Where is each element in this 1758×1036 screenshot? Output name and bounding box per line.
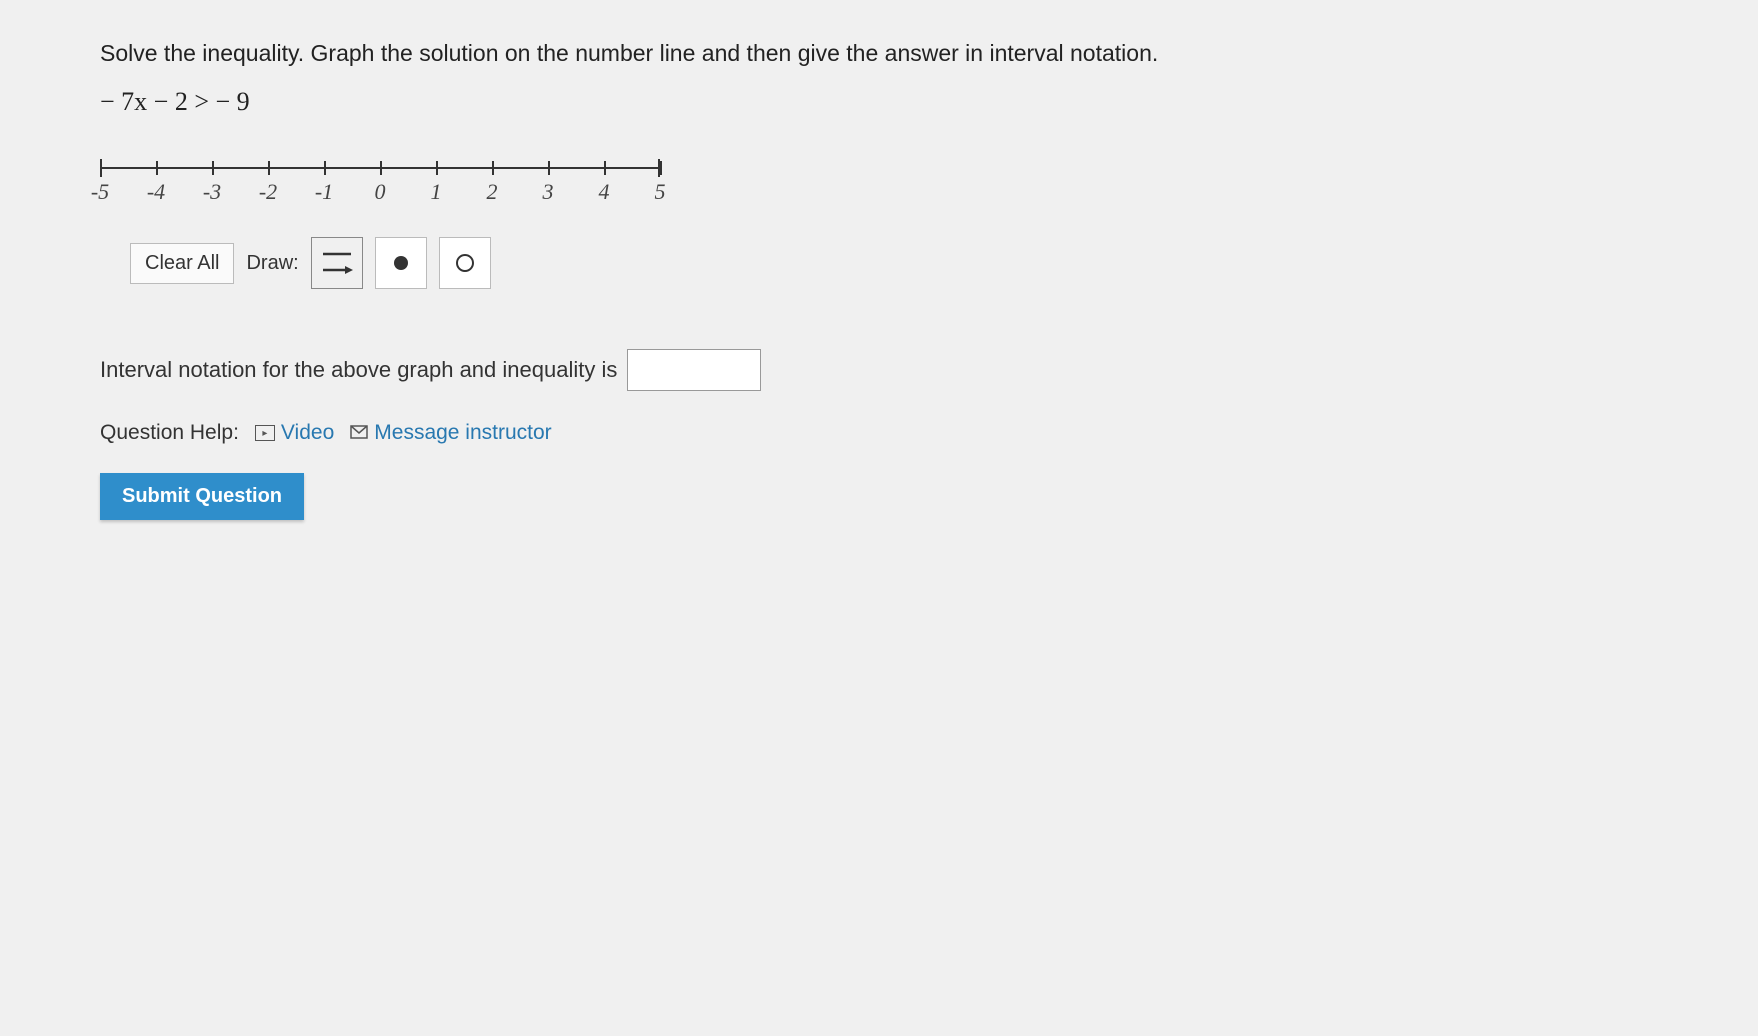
tick-label: 3 <box>543 179 554 205</box>
ray-icon <box>319 244 355 283</box>
closed-point-tool-button[interactable] <box>375 237 427 289</box>
tick <box>156 161 158 175</box>
number-line[interactable]: -5 -4 -3 -2 -1 0 1 2 3 4 5 <box>100 157 1658 207</box>
tick <box>660 161 662 175</box>
video-help-text: Video <box>281 421 334 445</box>
tick <box>100 161 102 175</box>
tick-label: -3 <box>203 179 221 205</box>
tick <box>492 161 494 175</box>
tick-label: 5 <box>655 179 666 205</box>
tick-label: 1 <box>431 179 442 205</box>
open-dot-icon <box>456 254 474 272</box>
tick <box>268 161 270 175</box>
help-label: Question Help: <box>100 421 239 445</box>
message-instructor-link[interactable]: Message instructor <box>350 421 551 445</box>
submit-question-button[interactable]: Submit Question <box>100 473 304 520</box>
open-point-tool-button[interactable] <box>439 237 491 289</box>
video-help-link[interactable]: ▸ Video <box>255 421 334 445</box>
tick <box>380 161 382 175</box>
tick <box>212 161 214 175</box>
interval-notation-input[interactable] <box>627 349 761 391</box>
question-help-row: Question Help: ▸ Video Message instructo… <box>100 421 1658 445</box>
tick-label: -5 <box>91 179 109 205</box>
tick <box>548 161 550 175</box>
mail-icon <box>350 421 368 445</box>
message-instructor-text: Message instructor <box>374 421 551 445</box>
clear-all-button[interactable]: Clear All <box>130 243 234 284</box>
question-prompt: Solve the inequality. Graph the solution… <box>100 40 1658 67</box>
video-icon: ▸ <box>255 425 275 441</box>
draw-toolbar: Clear All Draw: <box>130 237 1658 289</box>
filled-dot-icon <box>394 256 408 270</box>
tick-label: -1 <box>315 179 333 205</box>
interval-notation-row: Interval notation for the above graph an… <box>100 349 1658 391</box>
draw-label: Draw: <box>246 252 298 275</box>
inequality-expression: − 7x − 2 > − 9 <box>100 87 1658 117</box>
tick-label: -4 <box>147 179 165 205</box>
tick <box>436 161 438 175</box>
ray-tool-button[interactable] <box>311 237 363 289</box>
tick-label: -2 <box>259 179 277 205</box>
interval-label: Interval notation for the above graph an… <box>100 357 617 383</box>
tick <box>604 161 606 175</box>
tick-label: 2 <box>487 179 498 205</box>
tick-label: 4 <box>599 179 610 205</box>
tick-label: 0 <box>375 179 386 205</box>
tick <box>324 161 326 175</box>
